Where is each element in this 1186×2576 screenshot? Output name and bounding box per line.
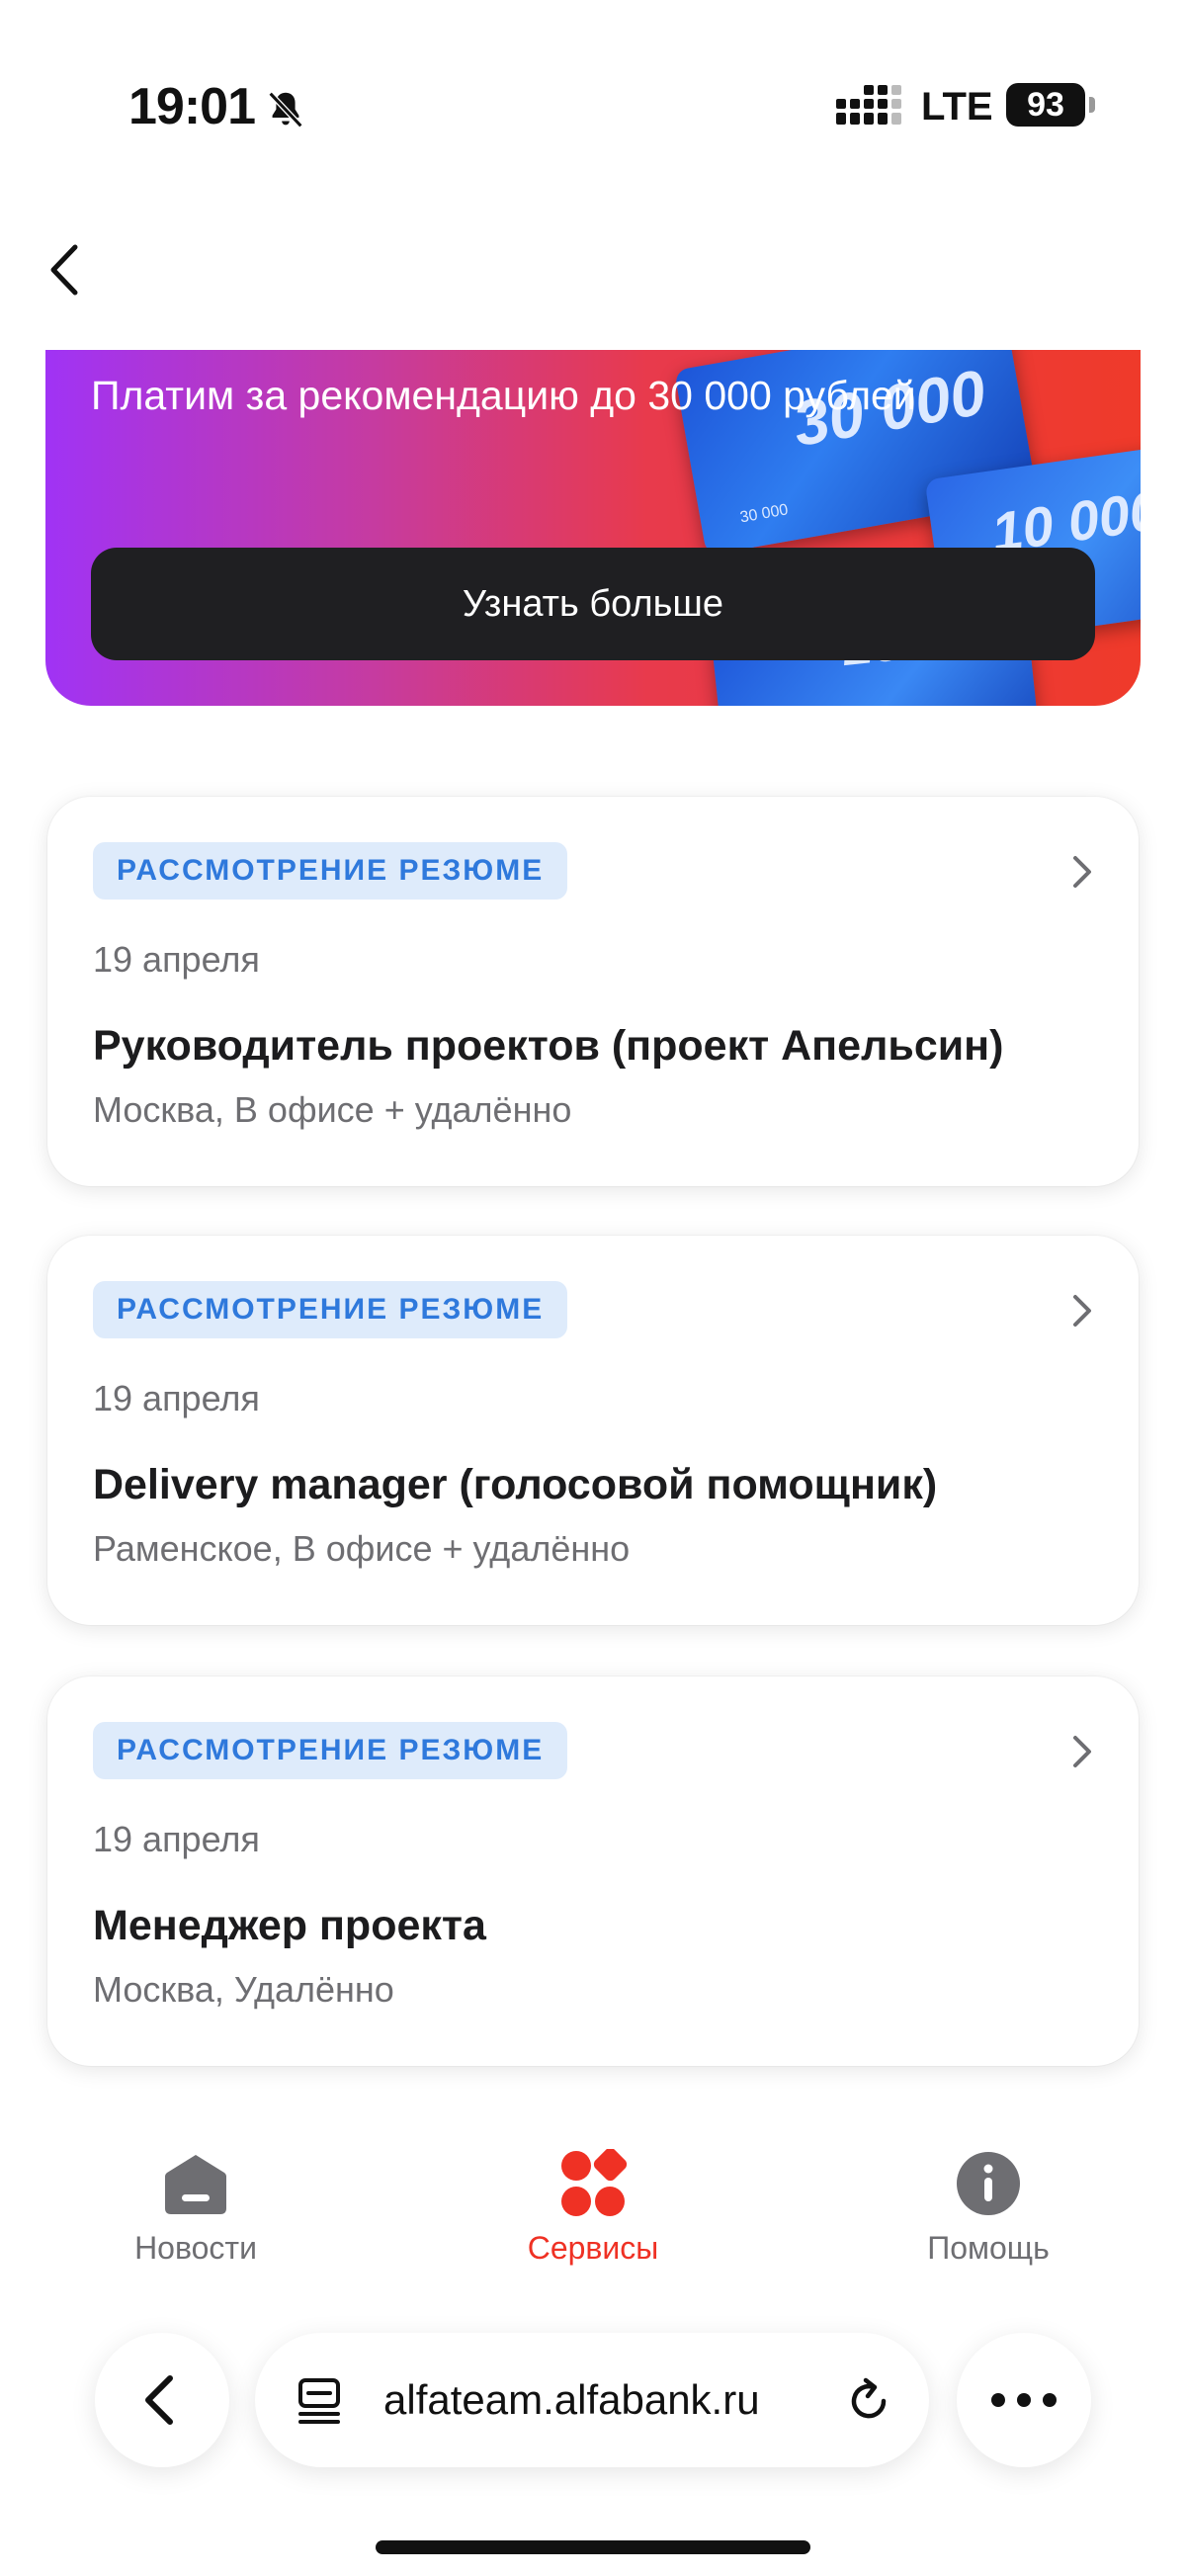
signal-icon <box>836 85 901 125</box>
browser-toolbar: alfateam.alfabank.ru <box>0 2333 1186 2511</box>
url-text: alfateam.alfabank.ru <box>383 2376 760 2423</box>
home-indicator[interactable] <box>376 2540 810 2554</box>
status-time: 19:01 <box>128 78 256 135</box>
application-card[interactable]: РАССМОТРЕНИЕ РЕЗЮМЕ 19 апреля Руководите… <box>47 797 1139 1186</box>
promo-text: Платим за рекомендацию до 30 000 рублей <box>91 373 916 418</box>
referral-promo-banner[interactable]: 30 000 30 000 10 000 10 Платим за рекоме… <box>45 350 1141 706</box>
home-icon <box>165 2155 226 2214</box>
nav-label: Новости <box>134 2230 257 2266</box>
screen: 19:01 LTE 93 30 000 30 000 10 000 Платим… <box>0 0 1186 2576</box>
services-icon <box>561 2149 628 2216</box>
status-badge: РАССМОТРЕНИЕ РЕЗЮМЕ <box>93 1281 568 1338</box>
browser-more-button[interactable] <box>957 2333 1091 2467</box>
application-date: 19 апреля <box>93 1378 260 1418</box>
battery-tip <box>1089 97 1095 113</box>
application-card[interactable]: РАССМОТРЕНИЕ РЕЗЮМЕ 19 апреля Delivery m… <box>47 1236 1139 1625</box>
more-icon <box>991 2393 1057 2407</box>
vacancy-title: Руководитель проектов (проект Апельсин) <box>93 1022 1004 1070</box>
chevron-left-icon[interactable] <box>40 235 99 304</box>
battery-icon: 93 <box>1006 83 1085 127</box>
learn-more-button[interactable]: Узнать больше <box>91 548 1095 660</box>
banknote-corner-label: 30 000 <box>738 501 790 527</box>
status-badge: РАССМОТРЕНИЕ РЕЗЮМЕ <box>93 842 568 900</box>
nav-label: Помощь <box>927 2230 1050 2266</box>
vacancy-location: Раменское, В офисе + удалённо <box>93 1528 631 1569</box>
vacancy-title: Менеджер проекта <box>93 1902 486 1949</box>
network-type: LTE <box>921 85 993 129</box>
info-icon <box>957 2152 1020 2215</box>
vacancy-location: Москва, Удалённо <box>93 1969 394 2010</box>
browser-back-button[interactable] <box>95 2333 229 2467</box>
back-icon <box>145 2375 173 2425</box>
vacancy-title: Delivery manager (голосовой помощник) <box>93 1461 938 1508</box>
application-card[interactable]: РАССМОТРЕНИЕ РЕЗЮМЕ 19 апреля Менеджер п… <box>47 1676 1139 2066</box>
chevron-right-icon <box>1073 1295 1091 1327</box>
address-bar[interactable]: alfateam.alfabank.ru <box>255 2333 929 2467</box>
reload-icon[interactable] <box>844 2376 893 2426</box>
vacancy-location: Москва, В офисе + удалённо <box>93 1089 572 1130</box>
nav-item-help[interactable]: Помощь <box>860 2149 1117 2267</box>
nav-item-news[interactable]: Новости <box>67 2149 324 2267</box>
chevron-right-icon <box>1073 856 1091 888</box>
status-bar: 19:01 LTE 93 <box>0 0 1186 198</box>
nav-label: Сервисы <box>527 2230 659 2266</box>
nav-item-services[interactable]: Сервисы <box>465 2149 721 2267</box>
chevron-right-icon <box>1073 1736 1091 1767</box>
tabs-icon <box>298 2378 340 2424</box>
application-date: 19 апреля <box>93 1819 260 1859</box>
bottom-nav: Новости Сервисы Помощь <box>0 2135 1186 2293</box>
application-date: 19 апреля <box>93 939 260 980</box>
status-badge: РАССМОТРЕНИЕ РЕЗЮМЕ <box>93 1722 568 1779</box>
bell-off-icon <box>268 91 303 129</box>
